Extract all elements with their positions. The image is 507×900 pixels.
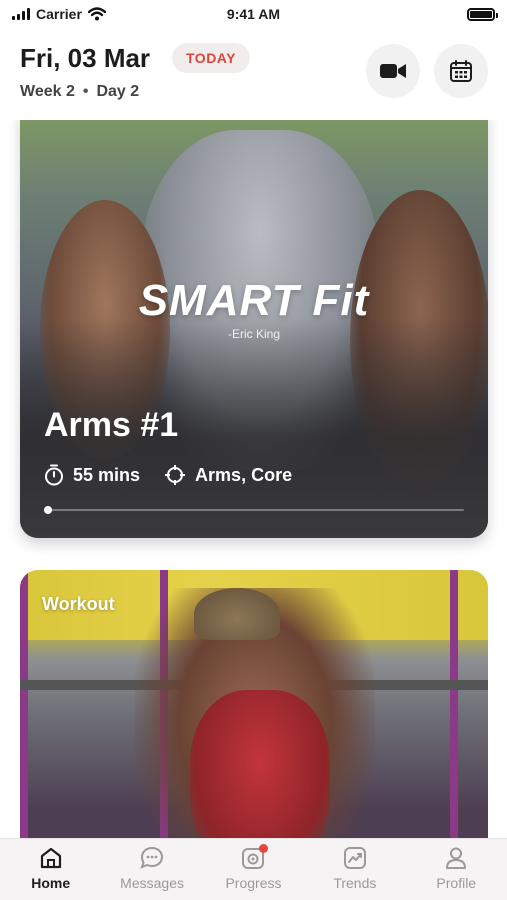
wifi-icon: [87, 7, 106, 21]
profile-icon: [446, 847, 467, 869]
signal-icon: [12, 8, 30, 20]
brand-author: -Eric King: [227, 327, 280, 341]
tab-label: Trends: [333, 875, 377, 891]
tab-messages[interactable]: Messages: [107, 845, 197, 891]
video-button[interactable]: [366, 44, 420, 98]
focus-label: Arms, Core: [195, 464, 293, 485]
battery-icon: [467, 7, 498, 21]
page-title: Fri, 03 Mar: [20, 43, 151, 73]
focus: Arms, Core: [164, 464, 292, 486]
separator: •: [82, 83, 89, 100]
day-label: Day 2: [96, 83, 140, 100]
home-icon: [40, 847, 61, 869]
target-icon: [165, 465, 186, 485]
workout-title: Arms #1: [44, 406, 179, 444]
week-label: Week 2: [20, 83, 75, 100]
photo-detail: [20, 570, 28, 870]
carrier-group: Carrier: [12, 6, 106, 22]
photo-detail: [194, 588, 280, 640]
trend-icon: [343, 847, 366, 869]
featured-workout-card[interactable]: SMART Fit -Eric King Arms #1 55 mins Arm…: [20, 110, 488, 538]
tab-label: Home: [31, 875, 71, 891]
workout-card-label: Workout: [42, 594, 115, 614]
brand-logo: SMART Fit: [138, 276, 370, 325]
tab-trends[interactable]: Trends: [310, 845, 400, 891]
header: Fri, 03 Mar TODAY Week 2 • Day 2: [0, 28, 507, 120]
status-bar: Carrier 9:41 AM: [0, 0, 507, 28]
stopwatch-icon: [45, 464, 63, 486]
carrier-label: Carrier: [36, 6, 82, 22]
workout-meta: 55 mins Arms, Core: [44, 464, 292, 486]
photo-detail: [450, 570, 458, 870]
tab-label: Profile: [436, 875, 477, 891]
tab-home[interactable]: Home: [6, 845, 96, 891]
notification-dot: [259, 844, 269, 853]
week-day-row: Week 2 • Day 2: [20, 83, 139, 101]
tab-label: Messages: [120, 875, 184, 891]
tab-profile[interactable]: Profile: [411, 845, 501, 891]
calendar-icon: [450, 60, 472, 82]
duration-label: 55 mins: [73, 464, 141, 485]
today-badge[interactable]: TODAY: [172, 43, 250, 73]
chat-icon: [140, 846, 164, 869]
workout-progress-bar: [44, 506, 464, 514]
tab-progress[interactable]: Progress: [208, 844, 298, 891]
tab-bar: Home Messages Progress Trends Profile: [0, 838, 507, 900]
video-camera-icon: [380, 64, 406, 78]
workout-card[interactable]: Workout: [20, 570, 488, 870]
duration: 55 mins: [44, 464, 140, 486]
calendar-button[interactable]: [434, 44, 488, 98]
clock: 9:41 AM: [226, 6, 281, 22]
tab-label: Progress: [225, 875, 282, 891]
